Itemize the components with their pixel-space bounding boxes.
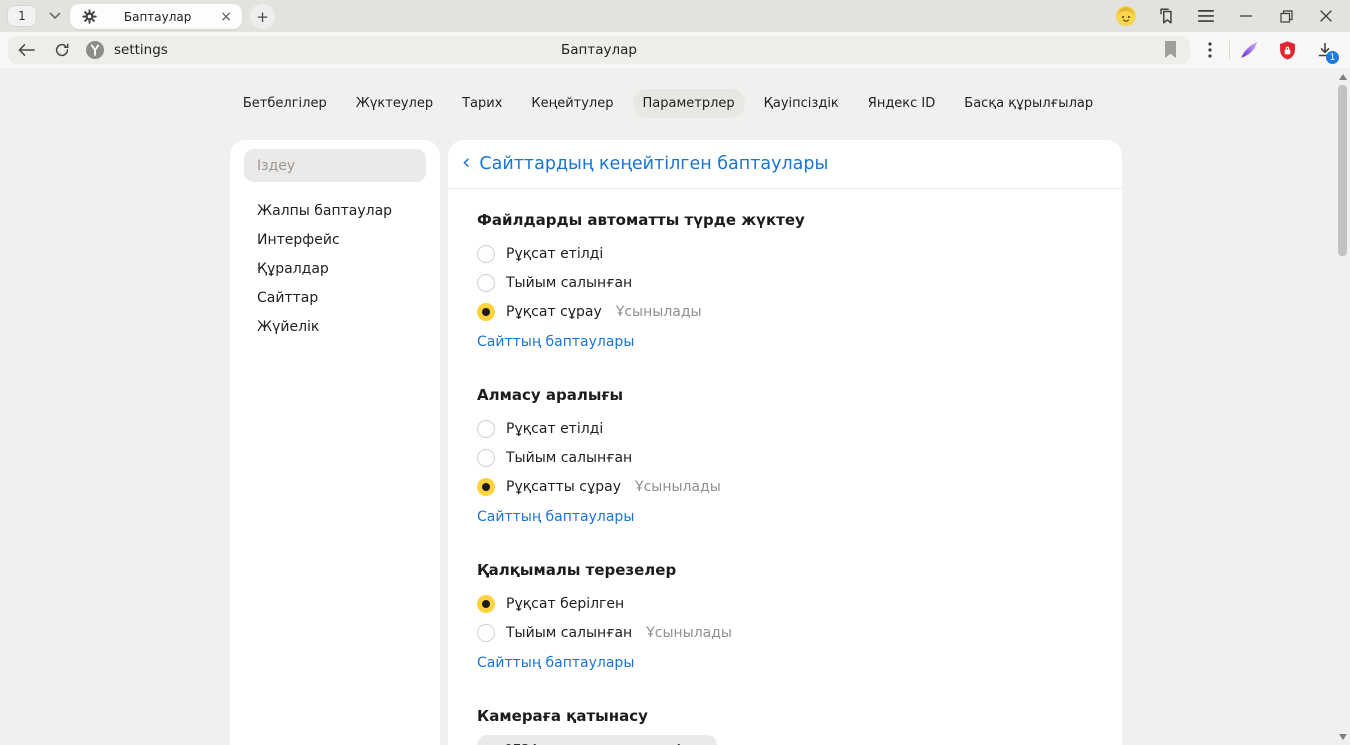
restore-button[interactable] <box>1266 0 1306 32</box>
sidebar-items: Жалпы баптаулар Интерфейс Құралдар Сайтт… <box>230 196 440 341</box>
toolbar: settings Баптаулар <box>0 32 1350 68</box>
back-chevron-icon: ‹ <box>462 152 470 176</box>
radio-label: Рұқсат етілді <box>506 246 603 262</box>
reload-button[interactable] <box>44 36 80 64</box>
minimize-button[interactable] <box>1226 0 1266 32</box>
radio-option[interactable]: Тыйым салынған <box>477 268 1122 297</box>
active-tab[interactable]: Баптаулар × <box>70 4 242 29</box>
radio-unselected-icon <box>477 245 495 263</box>
close-window-button[interactable] <box>1306 0 1346 32</box>
bookmark-icon[interactable] <box>1163 41 1178 58</box>
tab-yandex-id[interactable]: Яндекс ID <box>858 89 946 118</box>
radio-selected-icon <box>477 478 495 496</box>
section-title: Файлдарды автоматты түрде жүктеу <box>477 211 1122 229</box>
tab-history[interactable]: Тарих <box>452 89 512 118</box>
section-popups: Қалқымалы терезелер Рұқсат берілген Тыйы… <box>477 561 1122 671</box>
sidebar-item-general[interactable]: Жалпы баптаулар <box>230 196 440 225</box>
camera-device-select[interactable]: ov9734_azurewave_camera Алдыңғы <box>477 735 717 745</box>
radio-label: Тыйым салынған <box>506 625 632 641</box>
tab-counter-button[interactable]: 1 <box>7 5 37 27</box>
downloads-icon[interactable]: 1 <box>1306 32 1344 68</box>
window-controls <box>1106 0 1346 32</box>
section-auto-downloads: Файлдарды автоматты түрде жүктеу Рұқсат … <box>477 211 1122 350</box>
radio-option[interactable]: Рұқсат берілген <box>477 589 1122 618</box>
radio-option[interactable]: Тыйым салынған Ұсынылады <box>477 618 1122 647</box>
radio-selected-icon <box>477 595 495 613</box>
more-options-icon[interactable] <box>1191 32 1229 68</box>
new-tab-button[interactable]: + <box>250 4 275 29</box>
section-clipboard: Алмасу аралығы Рұқсат етілді Тыйым салын… <box>477 386 1122 525</box>
sidebar-item-sites[interactable]: Сайттар <box>230 283 440 312</box>
recommended-hint: Ұсынылады <box>635 479 721 495</box>
radio-selected-icon <box>477 303 495 321</box>
radio-option[interactable]: Рұқсат етілді <box>477 414 1122 443</box>
tab-title: Баптаулар <box>97 10 218 24</box>
url-text: settings <box>114 42 168 58</box>
radio-label: Рұқсатты сұрау <box>506 479 621 495</box>
radio-option[interactable]: Тыйым салынған <box>477 443 1122 472</box>
section-camera-access: Камераға қатынасу ov9734_azurewave_camer… <box>477 707 1122 745</box>
sidebar-item-system[interactable]: Жүйелік <box>230 312 440 341</box>
settings-nav: Бетбелгілер Жүктеулер Тарих Кеңейтулер П… <box>0 89 1336 118</box>
toolbar-right: 1 <box>1191 32 1344 68</box>
recommended-hint: Ұсынылады <box>646 625 732 641</box>
search-placeholder: Іздеу <box>257 158 295 174</box>
tab-strip: 1 Баптаулар × + <box>0 0 1350 32</box>
tab-close-icon[interactable]: × <box>218 10 234 24</box>
address-bar[interactable]: settings Баптаулар <box>8 36 1190 64</box>
gear-icon <box>82 9 97 24</box>
radio-option[interactable]: Рұқсат етілді <box>477 239 1122 268</box>
section-header-title: Сайттардың кеңейтілген баптаулары <box>479 154 828 174</box>
bookmarks-panel-icon[interactable] <box>1146 0 1186 32</box>
sidebar-item-tools[interactable]: Құралдар <box>230 254 440 283</box>
site-settings-link[interactable]: Сайттың баптаулары <box>477 655 634 671</box>
tab-downloads[interactable]: Жүктеулер <box>346 89 443 118</box>
radio-label: Тыйым салынған <box>506 450 632 466</box>
back-link[interactable]: ‹ Сайттардың кеңейтілген баптаулары <box>448 140 1122 189</box>
recommended-hint: Ұсынылады <box>616 304 702 320</box>
page-scrollbar[interactable] <box>1336 68 1350 745</box>
radio-label: Рұқсат сұрау <box>506 304 602 320</box>
browser-menu-icon[interactable] <box>1186 0 1226 32</box>
feather-extension-icon[interactable] <box>1230 32 1268 68</box>
site-settings-link[interactable]: Сайттың баптаулары <box>477 509 634 525</box>
protect-shield-icon[interactable] <box>1268 32 1306 68</box>
radio-unselected-icon <box>477 274 495 292</box>
radio-label: Тыйым салынған <box>506 275 632 291</box>
radio-label: Рұқсат етілді <box>506 421 603 437</box>
download-count-badge: 1 <box>1326 51 1339 64</box>
settings-sidebar: Іздеу Жалпы баптаулар Интерфейс Құралдар… <box>230 140 440 745</box>
scrollbar-thumb[interactable] <box>1338 85 1347 256</box>
tab-extensions[interactable]: Кеңейтулер <box>521 89 623 118</box>
radio-unselected-icon <box>477 420 495 438</box>
settings-search-input[interactable]: Іздеу <box>244 149 426 182</box>
tab-security[interactable]: Қауіпсіздік <box>754 89 849 118</box>
settings-content: ‹ Сайттардың кеңейтілген баптаулары Файл… <box>448 140 1122 745</box>
page-title: Баптаулар <box>8 42 1190 58</box>
radio-unselected-icon <box>477 624 495 642</box>
tab-bookmarks[interactable]: Бетбелгілер <box>233 89 337 118</box>
scroll-up-icon[interactable] <box>1339 74 1347 80</box>
radio-option[interactable]: Рұқсат сұрау Ұсынылады <box>477 297 1122 326</box>
radio-label: Рұқсат берілген <box>506 596 624 612</box>
section-title: Камераға қатынасу <box>477 707 1122 725</box>
site-settings-link[interactable]: Сайттың баптаулары <box>477 334 634 350</box>
tab-list-chevron-icon[interactable] <box>42 5 68 27</box>
profile-avatar[interactable] <box>1106 0 1146 32</box>
section-title: Қалқымалы терезелер <box>477 561 1122 579</box>
scroll-down-icon[interactable] <box>1339 734 1347 740</box>
radio-unselected-icon <box>477 449 495 467</box>
site-favicon <box>86 41 104 59</box>
tab-other-devices[interactable]: Басқа құрылғылар <box>954 89 1103 118</box>
tab-settings[interactable]: Параметрлер <box>633 89 745 118</box>
sidebar-item-interface[interactable]: Интерфейс <box>230 225 440 254</box>
radio-option[interactable]: Рұқсатты сұрау Ұсынылады <box>477 472 1122 501</box>
section-title: Алмасу аралығы <box>477 386 1122 404</box>
back-button[interactable] <box>8 36 44 64</box>
